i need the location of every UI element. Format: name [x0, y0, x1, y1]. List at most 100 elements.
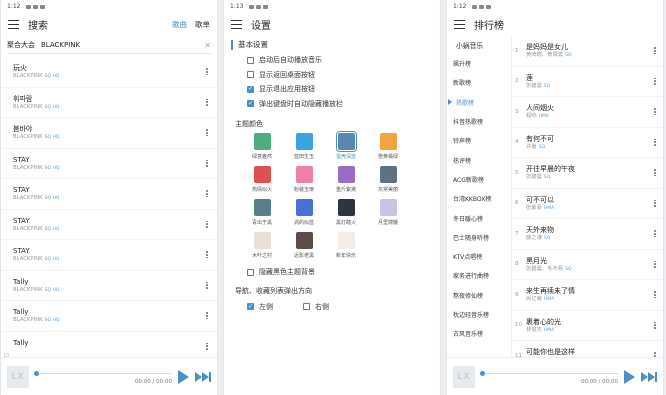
board-item[interactable]: 热评榜: [447, 150, 511, 169]
setting-option[interactable]: ✓ 显示退出应用按钮: [231, 82, 433, 97]
more-icon[interactable]: [653, 321, 657, 329]
theme-option[interactable]: 青出于黑: [241, 199, 283, 229]
more-icon[interactable]: [205, 68, 209, 76]
progress-knob[interactable]: [480, 370, 485, 376]
rank-row[interactable]: 8 黑月光 张碧晨、毛不易 SQ: [512, 250, 663, 280]
album-cover[interactable]: LX: [453, 365, 475, 388]
checkbox[interactable]: [247, 268, 254, 276]
board-item[interactable]: 热歌榜: [447, 93, 511, 112]
progress-track[interactable]: [35, 372, 172, 374]
board-item[interactable]: 枕边轻音乐榜: [447, 305, 511, 324]
theme-option[interactable]: 新年快乐: [325, 232, 367, 262]
list-item[interactable]: STAY BLACKPINK SQ HQ: [1, 210, 217, 240]
more-icon[interactable]: [653, 47, 657, 55]
rank-row[interactable]: 5 开往早晨的午夜 张碧晨 SQ: [512, 158, 663, 189]
theme-option[interactable]: 黑灯瞎火: [325, 199, 367, 229]
more-icon[interactable]: [653, 138, 657, 146]
checkbox[interactable]: [247, 71, 254, 79]
progress-knob[interactable]: [34, 370, 39, 376]
more-icon[interactable]: [653, 108, 657, 116]
theme-swatch[interactable]: [337, 232, 355, 249]
more-icon[interactable]: [205, 251, 209, 259]
rank-row[interactable]: 4 有何不可 许嵩 SQ: [512, 128, 663, 158]
board-item[interactable]: 铃声榜: [447, 131, 511, 150]
theme-swatch[interactable]: [379, 133, 397, 150]
board-item[interactable]: 熬夜修仙榜: [447, 286, 511, 305]
menu-icon[interactable]: [8, 19, 19, 29]
setting-option[interactable]: 显示返回桌面按钮: [231, 68, 433, 83]
board-item[interactable]: 飙升榜: [447, 54, 511, 73]
theme-swatch[interactable]: [379, 166, 397, 183]
list-item[interactable]: STAY BLACKPINK SQ HQ: [1, 179, 217, 210]
theme-swatch[interactable]: [337, 199, 355, 216]
more-icon[interactable]: [205, 312, 209, 320]
more-icon[interactable]: [205, 129, 209, 137]
checkbox[interactable]: ✓: [247, 303, 254, 310]
theme-swatch[interactable]: [337, 166, 355, 183]
setting-option[interactable]: 启动后自动播放音乐: [231, 53, 433, 68]
checkbox[interactable]: [303, 303, 310, 310]
album-cover[interactable]: LX: [7, 365, 29, 388]
list-item[interactable]: Tally BLACKPINK SQ HQ: [1, 271, 217, 301]
more-icon[interactable]: [653, 260, 657, 268]
board-item[interactable]: 古风音乐榜: [447, 324, 511, 343]
theme-option[interactable]: 涡的似蓝: [283, 199, 325, 229]
theme-swatch[interactable]: [295, 232, 313, 249]
rank-row[interactable]: 3 人间烟火 程响 HMA: [512, 97, 663, 128]
board-item[interactable]: 家务进行曲榜: [447, 266, 511, 285]
more-icon[interactable]: [205, 220, 209, 228]
checkbox[interactable]: ✓: [247, 100, 254, 108]
theme-swatch[interactable]: [253, 232, 271, 249]
source-name[interactable]: 小蜗音乐: [447, 36, 511, 54]
more-icon[interactable]: [205, 159, 209, 167]
rank-row[interactable]: 1 是妈妈是女儿 黄绮珊、黄霄雲 SQ: [512, 36, 663, 67]
source-selector[interactable]: 聚合大会: [7, 40, 35, 50]
theme-option[interactable]: 蛋壳深蓝: [325, 131, 367, 163]
theme-swatch[interactable]: [295, 199, 313, 216]
play-icon[interactable]: [624, 369, 635, 384]
checkbox[interactable]: [247, 56, 254, 64]
more-icon[interactable]: [653, 291, 657, 299]
board-item[interactable]: 台湾KKBOX榜: [447, 189, 511, 208]
progress-track[interactable]: [481, 372, 618, 374]
more-icon[interactable]: [653, 230, 657, 238]
tab-songs[interactable]: 歌曲: [172, 19, 187, 30]
board-item[interactable]: 冬日暖心榜: [447, 208, 511, 227]
more-icon[interactable]: [653, 77, 657, 85]
list-item[interactable]: STAY BLACKPINK SQ HQ: [1, 149, 217, 179]
list-item[interactable]: 붐바야 BLACKPINK SQ HQ: [1, 118, 217, 149]
theme-swatch[interactable]: [253, 166, 271, 183]
theme-option[interactable]: 绿意盎然: [241, 133, 283, 163]
board-item[interactable]: KTV点唱榜: [447, 247, 511, 266]
list-item[interactable]: 휘파람 BLACKPINK SQ HQ: [1, 88, 217, 118]
theme-option[interactable]: 月里嫦娥: [367, 199, 409, 229]
rank-row[interactable]: 9 来生再续未了情 尚亿菊 HMA: [512, 280, 663, 311]
theme-option[interactable]: 粉装玉琢: [283, 166, 325, 196]
board-item[interactable]: ACG新歌榜: [447, 170, 511, 189]
theme-option[interactable]: 橙黄橘绿: [367, 133, 409, 163]
checkbox[interactable]: ✓: [247, 85, 254, 93]
tab-playlists[interactable]: 歌单: [195, 19, 210, 30]
menu-icon[interactable]: [231, 19, 242, 29]
rank-row[interactable]: 2 莲张碧晨 SQ: [512, 67, 663, 97]
theme-option[interactable]: 木叶之村: [241, 232, 283, 262]
list-item[interactable]: Tally BLACKPINK SQ HQ: [1, 301, 217, 332]
theme-option[interactable]: 热情似火: [241, 166, 283, 196]
theme-swatch[interactable]: [295, 166, 313, 183]
list-item[interactable]: STAY BLACKPINK SQ HQ: [1, 240, 217, 271]
more-icon[interactable]: [653, 199, 657, 207]
theme-swatch[interactable]: [295, 133, 313, 150]
theme-swatch[interactable]: [253, 133, 271, 150]
theme-option[interactable]: 灰常美丽: [367, 166, 409, 196]
more-icon[interactable]: [205, 342, 209, 350]
play-icon[interactable]: [178, 369, 189, 384]
hide-dark-option[interactable]: 隐藏黑色主题背景: [231, 265, 433, 280]
theme-option[interactable]: 重斤紫黛: [325, 166, 367, 196]
rank-row[interactable]: 7 天外来物 薛之谦 SQ: [512, 219, 663, 250]
theme-swatch[interactable]: [253, 199, 271, 216]
clear-icon[interactable]: ✕: [204, 41, 211, 50]
theme-option[interactable]: 蓝田生玉: [283, 133, 325, 163]
next-icon[interactable]: [641, 371, 657, 382]
board-item[interactable]: 抖音热歌榜: [447, 112, 511, 131]
rank-row[interactable]: 6 可不可以 张紫豪 HMA: [512, 189, 663, 219]
